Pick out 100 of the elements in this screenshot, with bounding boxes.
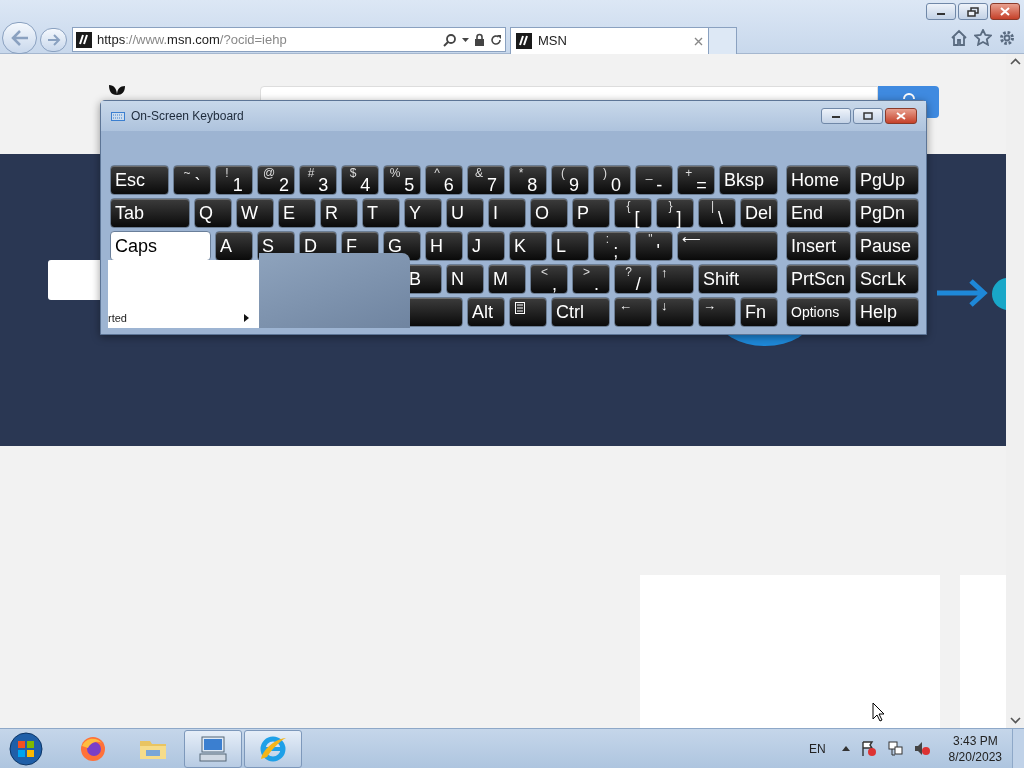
menu-item[interactable]: rted <box>108 310 259 326</box>
keyboard-key[interactable]: Ctrl <box>551 297 610 327</box>
clock-date[interactable]: 8/20/2023 <box>948 748 1002 765</box>
start-button[interactable] <box>8 730 44 767</box>
keyboard-key[interactable]: * 8 <box>509 165 547 195</box>
network-icon[interactable] <box>886 740 904 757</box>
keyboard-key[interactable]: ↓ <box>656 297 694 327</box>
keyboard-key[interactable]: Del <box>740 198 778 228</box>
keyboard-key[interactable] <box>509 297 547 327</box>
keyboard-key[interactable]: Alt <box>467 297 505 327</box>
keyboard-key[interactable]: Shift <box>698 264 778 294</box>
volume-muted-icon[interactable] <box>913 740 931 757</box>
keyboard-key[interactable]: End <box>786 198 851 228</box>
keyboard-key[interactable]: H <box>425 231 463 261</box>
keyboard-key[interactable]: ? / <box>614 264 652 294</box>
scroll-up-icon[interactable] <box>1009 58 1021 65</box>
keyboard-key[interactable]: Caps <box>110 231 211 261</box>
home-icon[interactable] <box>950 29 968 46</box>
keyboard-key[interactable]: O <box>530 198 568 228</box>
keyboard-key[interactable]: Pause <box>855 231 919 261</box>
flag-icon[interactable] <box>859 740 877 757</box>
keyboard-key[interactable]: P <box>572 198 610 228</box>
keyboard-key[interactable]: Bksp <box>719 165 778 195</box>
maximize-icon <box>863 112 873 120</box>
minimize-button[interactable] <box>926 3 956 20</box>
keyboard-key[interactable]: Help <box>855 297 919 327</box>
keyboard-key[interactable]: # 3 <box>299 165 337 195</box>
keyboard-key[interactable]: K <box>509 231 547 261</box>
keyboard-key[interactable]: ← <box>614 297 652 327</box>
search-icon[interactable] <box>443 32 457 47</box>
keyboard-key[interactable]: _ - <box>635 165 673 195</box>
keyboard-key[interactable]: : ; <box>593 231 631 261</box>
keyboard-key[interactable]: " ' <box>635 231 673 261</box>
menu-key-icon <box>515 302 525 314</box>
keyboard-key[interactable]: ⟵ <box>677 231 778 261</box>
site-logo-icon <box>76 31 92 48</box>
maximize-button[interactable] <box>853 108 883 124</box>
keyboard-key[interactable]: W <box>236 198 274 228</box>
show-hidden-icons-icon[interactable] <box>841 746 850 751</box>
keyboard-key[interactable]: ! 1 <box>215 165 253 195</box>
keyboard-key[interactable]: T <box>362 198 400 228</box>
search-icon <box>902 93 915 99</box>
address-bar[interactable]: https://www.msn.com/?ocid=iehp <box>72 27 506 52</box>
restore-icon <box>967 6 979 17</box>
tab-label: MSN <box>538 32 568 51</box>
close-tab-icon[interactable] <box>694 36 703 46</box>
keyboard-key[interactable]: ↑ <box>656 264 694 294</box>
keyboard-key[interactable]: + = <box>677 165 715 195</box>
clock-time[interactable]: 3:43 PM <box>952 732 998 749</box>
keyboard-key[interactable]: N <box>446 264 484 294</box>
keyboard-key[interactable]: Home <box>786 165 851 195</box>
keyboard-key[interactable]: Insert <box>786 231 851 261</box>
keyboard-key[interactable]: ( 9 <box>551 165 589 195</box>
keyboard-key[interactable]: & 7 <box>467 165 505 195</box>
keyboard-key[interactable]: ~ ` <box>173 165 211 195</box>
restore-button[interactable] <box>958 3 988 20</box>
keyboard-key[interactable]: < , <box>530 264 568 294</box>
language-indicator[interactable]: EN <box>808 739 826 758</box>
keyboard-key[interactable]: U <box>446 198 484 228</box>
keyboard-key[interactable]: PgUp <box>855 165 919 195</box>
browser-tab[interactable]: MSN <box>510 27 709 54</box>
keyboard-key[interactable]: J <box>467 231 505 261</box>
keyboard-key[interactable]: Q <box>194 198 232 228</box>
keyboard-key[interactable]: } ] <box>656 198 694 228</box>
logo-icon <box>109 85 125 95</box>
star-icon[interactable] <box>974 29 992 46</box>
keyboard-key[interactable]: R <box>320 198 358 228</box>
keyboard-key[interactable]: | \ <box>698 198 736 228</box>
keyboard-key[interactable]: M <box>488 264 526 294</box>
dropdown-caret-icon[interactable] <box>462 37 469 42</box>
keyboard-key[interactable]: Tab <box>110 198 190 228</box>
close-icon <box>1000 7 1010 16</box>
keyboard-key[interactable]: ) 0 <box>593 165 631 195</box>
keyboard-key[interactable]: ^ 6 <box>425 165 463 195</box>
taskbar-button[interactable] <box>184 729 242 768</box>
keyboard-key[interactable]: L <box>551 231 589 261</box>
keyboard-key[interactable]: ScrLk <box>855 264 919 294</box>
arrow-right-icon[interactable] <box>935 278 990 308</box>
minimize-button[interactable] <box>821 108 851 124</box>
keyboard-key[interactable]: $ 4 <box>341 165 379 195</box>
keyboard-key[interactable]: I <box>488 198 526 228</box>
close-button[interactable] <box>990 3 1020 20</box>
keyboard-key[interactable]: Fn <box>740 297 778 327</box>
keyboard-key[interactable]: Y <box>404 198 442 228</box>
keyboard-key[interactable]: → <box>698 297 736 327</box>
refresh-icon[interactable] <box>490 33 502 46</box>
keyboard-key[interactable]: Esc <box>110 165 169 195</box>
keyboard-key[interactable]: Options <box>786 297 851 327</box>
settings-icon[interactable] <box>998 29 1016 47</box>
keyboard-key[interactable]: @ 2 <box>257 165 295 195</box>
scroll-down-icon[interactable] <box>1009 717 1021 724</box>
site-logo-icon <box>516 33 532 49</box>
keyboard-key[interactable]: > . <box>572 264 610 294</box>
keyboard-key[interactable]: PrtScn <box>786 264 851 294</box>
close-button[interactable] <box>885 108 917 124</box>
keyboard-key[interactable]: PgDn <box>855 198 919 228</box>
keyboard-key[interactable]: { [ <box>614 198 652 228</box>
keyboard-key[interactable]: E <box>278 198 316 228</box>
keyboard-key[interactable]: % 5 <box>383 165 421 195</box>
keyboard-key[interactable]: A <box>215 231 253 261</box>
